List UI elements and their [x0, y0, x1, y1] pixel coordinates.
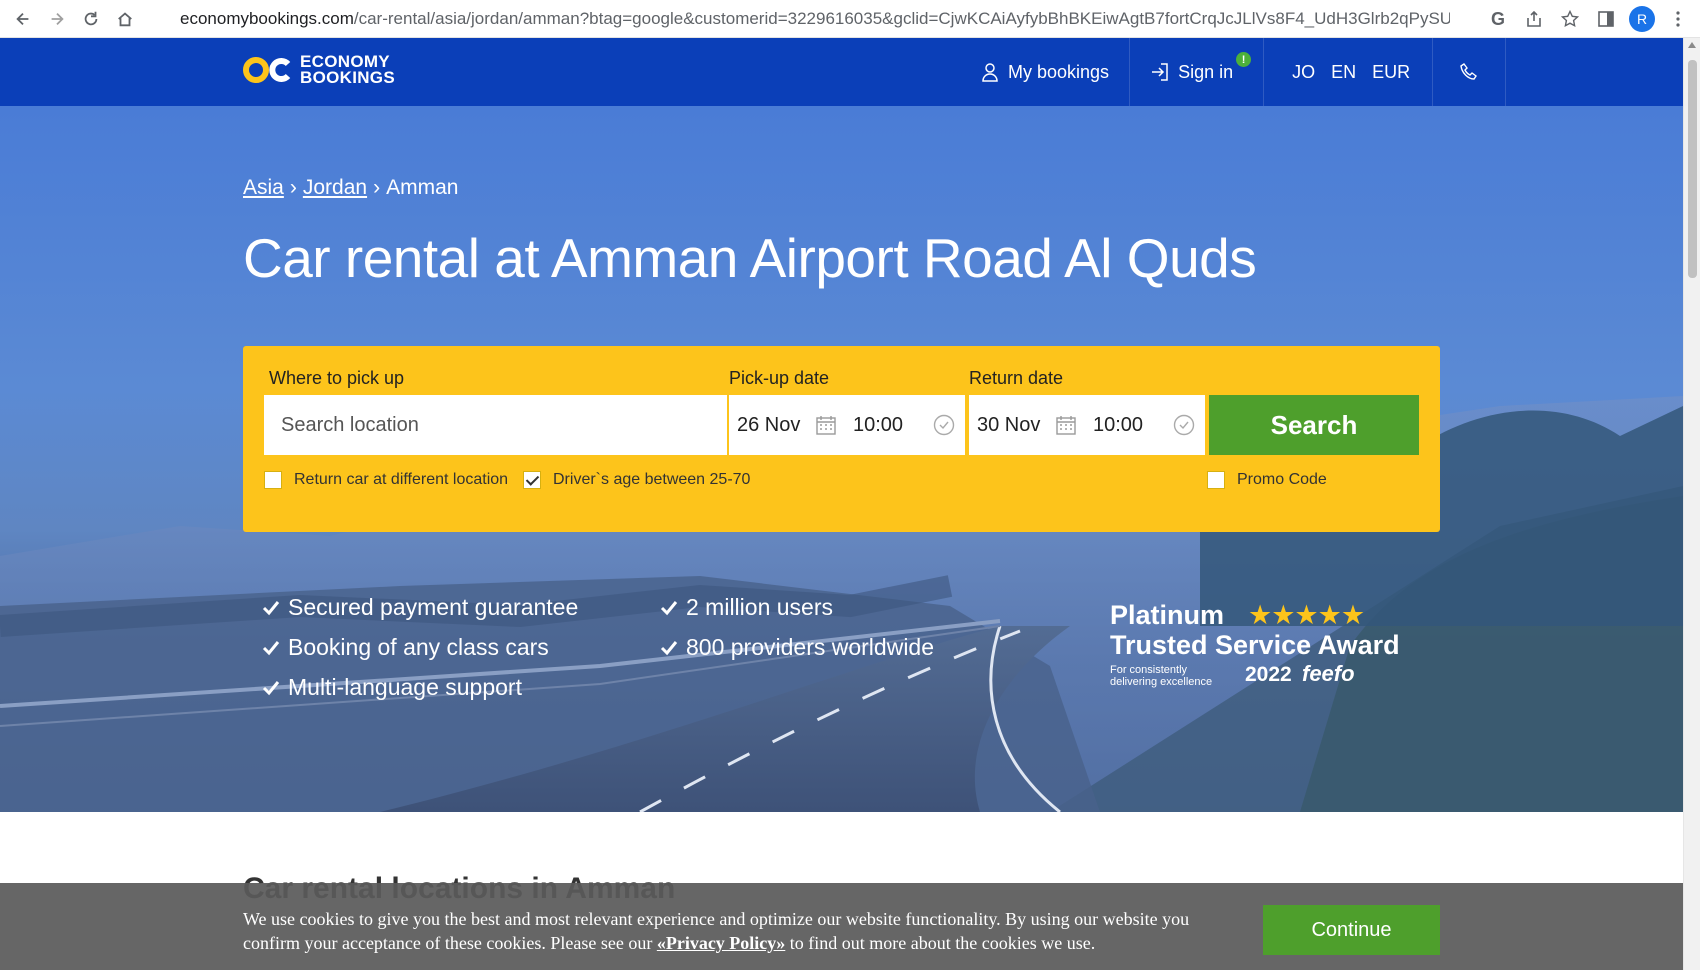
breadcrumb-current: Amman [386, 176, 459, 199]
pickup-location-input[interactable] [264, 395, 727, 455]
return-date-value[interactable]: 30 Nov [969, 414, 1055, 437]
share-icon[interactable] [1520, 5, 1548, 33]
feature-label: 2 million users [686, 594, 833, 620]
cookie-banner: We use cookies to give you the best and … [0, 883, 1683, 970]
pickup-time-value[interactable]: 10:00 [853, 414, 933, 437]
feature-item: 2 million users [660, 594, 833, 621]
pickup-datetime-field[interactable]: 26 Nov 10:00 [729, 395, 965, 455]
promo-code-checkbox[interactable]: Promo Code [1207, 471, 1327, 489]
award-subtitle: Trusted Service Award [1110, 630, 1400, 660]
sign-in-label: Sign in [1178, 61, 1234, 82]
feature-label: Booking of any class cars [288, 634, 549, 660]
address-bar[interactable]: economybookings.com/car-rental/asia/jord… [160, 4, 1450, 34]
profile-button[interactable]: R [1628, 5, 1656, 33]
sign-in-icon [1152, 63, 1168, 81]
my-bookings-link[interactable]: My bookings [960, 38, 1131, 106]
check-icon [660, 640, 678, 655]
logo-mark-icon [243, 57, 291, 83]
google-extension-icon[interactable]: G [1484, 5, 1512, 33]
return-date-label: Return date [969, 368, 1064, 388]
search-button[interactable]: Search [1209, 395, 1419, 455]
calendar-icon [1056, 416, 1076, 435]
site-logo[interactable]: ECONOMY BOOKINGS [242, 53, 395, 87]
phone-link[interactable] [1433, 38, 1507, 106]
more-menu-icon[interactable] [1664, 5, 1692, 33]
back-icon[interactable] [6, 4, 40, 34]
checkbox-driver-age[interactable] [523, 471, 541, 489]
url-host: economybookings.com [180, 9, 354, 28]
phone-icon [1460, 63, 1478, 80]
feature-item: Multi-language support [262, 674, 522, 701]
privacy-policy-link[interactable]: «Privacy Policy» [657, 933, 785, 953]
scroll-up-arrow-icon[interactable] [1688, 42, 1696, 48]
country-code[interactable]: JO [1292, 62, 1315, 83]
home-icon[interactable] [108, 4, 142, 34]
language-code[interactable]: EN [1331, 62, 1356, 83]
scrollbar-thumb[interactable] [1688, 60, 1697, 278]
promo-code-label: Promo Code [1237, 471, 1327, 488]
driver-age-checkbox[interactable]: Driver`s age between 25-70 [523, 471, 750, 489]
return-different-label: Return car at different location [294, 471, 509, 488]
clock-icon [933, 414, 955, 436]
feature-item: Booking of any class cars [262, 634, 549, 661]
breadcrumb-separator: › [289, 176, 297, 199]
locale-selector[interactable]: JO EN EUR [1264, 38, 1434, 106]
feature-item: 800 providers worldwide [660, 634, 934, 661]
feature-item: Secured payment guarantee [262, 594, 578, 621]
return-different-location-checkbox[interactable]: Return car at different location [264, 471, 508, 489]
breadcrumb-jordan[interactable]: Jordan [303, 176, 367, 200]
site-header: ECONOMY BOOKINGS My bookings Sign in ! J… [0, 38, 1683, 106]
page-title: Car rental at Amman Airport Road Al Quds [243, 227, 1257, 289]
cookie-message: We use cookies to give you the best and … [243, 907, 1233, 955]
checkbox-promo-code[interactable] [1207, 471, 1225, 489]
clock-icon [1173, 414, 1195, 436]
currency-code[interactable]: EUR [1372, 62, 1410, 83]
avatar: R [1629, 6, 1655, 32]
search-form: Where to pick up Pick-up date Return dat… [243, 346, 1440, 532]
feefo-logo: feefo [1302, 661, 1355, 686]
url-path: /car-rental/asia/jordan/amman?btag=googl… [353, 9, 1450, 28]
bookmark-star-icon[interactable] [1556, 5, 1584, 33]
award-tagline: For consistently delivering excellence [1110, 664, 1213, 688]
cookie-continue-button[interactable]: Continue [1263, 905, 1440, 955]
forward-icon[interactable] [40, 4, 74, 34]
breadcrumb: Asia › Jordan › Amman [243, 176, 458, 200]
sign-in-notification-badge: ! [1236, 52, 1252, 67]
check-icon [262, 600, 280, 615]
hero-section: Asia › Jordan › Amman Car rental at Amma… [0, 106, 1683, 812]
award-year: 2022 [1245, 663, 1292, 686]
return-datetime-field[interactable]: 30 Nov 10:00 [969, 395, 1205, 455]
logo-line2: BOOKINGS [300, 68, 395, 87]
cookie-text-after: to find out more about the cookies we us… [789, 933, 1096, 953]
check-icon [262, 680, 280, 695]
feature-label: Secured payment guarantee [288, 594, 579, 620]
checkbox-return-different[interactable] [264, 471, 282, 489]
award-stars: ★★★★★ [1248, 600, 1365, 630]
feature-label: Multi-language support [288, 674, 522, 700]
breadcrumb-asia[interactable]: Asia [243, 176, 284, 200]
page-scrollbar[interactable] [1683, 38, 1700, 970]
calendar-icon [816, 416, 836, 435]
browser-toolbar: economybookings.com/car-rental/asia/jord… [0, 0, 1700, 38]
pickup-date-label: Pick-up date [729, 368, 830, 388]
pickup-location-label: Where to pick up [269, 368, 405, 388]
my-bookings-label: My bookings [1008, 61, 1110, 82]
check-icon [262, 640, 280, 655]
sign-in-link[interactable]: Sign in ! [1130, 38, 1265, 106]
feature-label: 800 providers worldwide [686, 634, 935, 660]
user-icon [982, 63, 998, 82]
breadcrumb-separator: › [373, 176, 381, 199]
side-panel-icon[interactable] [1592, 5, 1620, 33]
check-icon [660, 600, 678, 615]
return-time-value[interactable]: 10:00 [1093, 414, 1173, 437]
pickup-date-value[interactable]: 26 Nov [729, 414, 815, 437]
driver-age-label: Driver`s age between 25-70 [553, 471, 751, 488]
reload-icon[interactable] [74, 4, 108, 34]
award-title: Platinum [1110, 600, 1225, 630]
